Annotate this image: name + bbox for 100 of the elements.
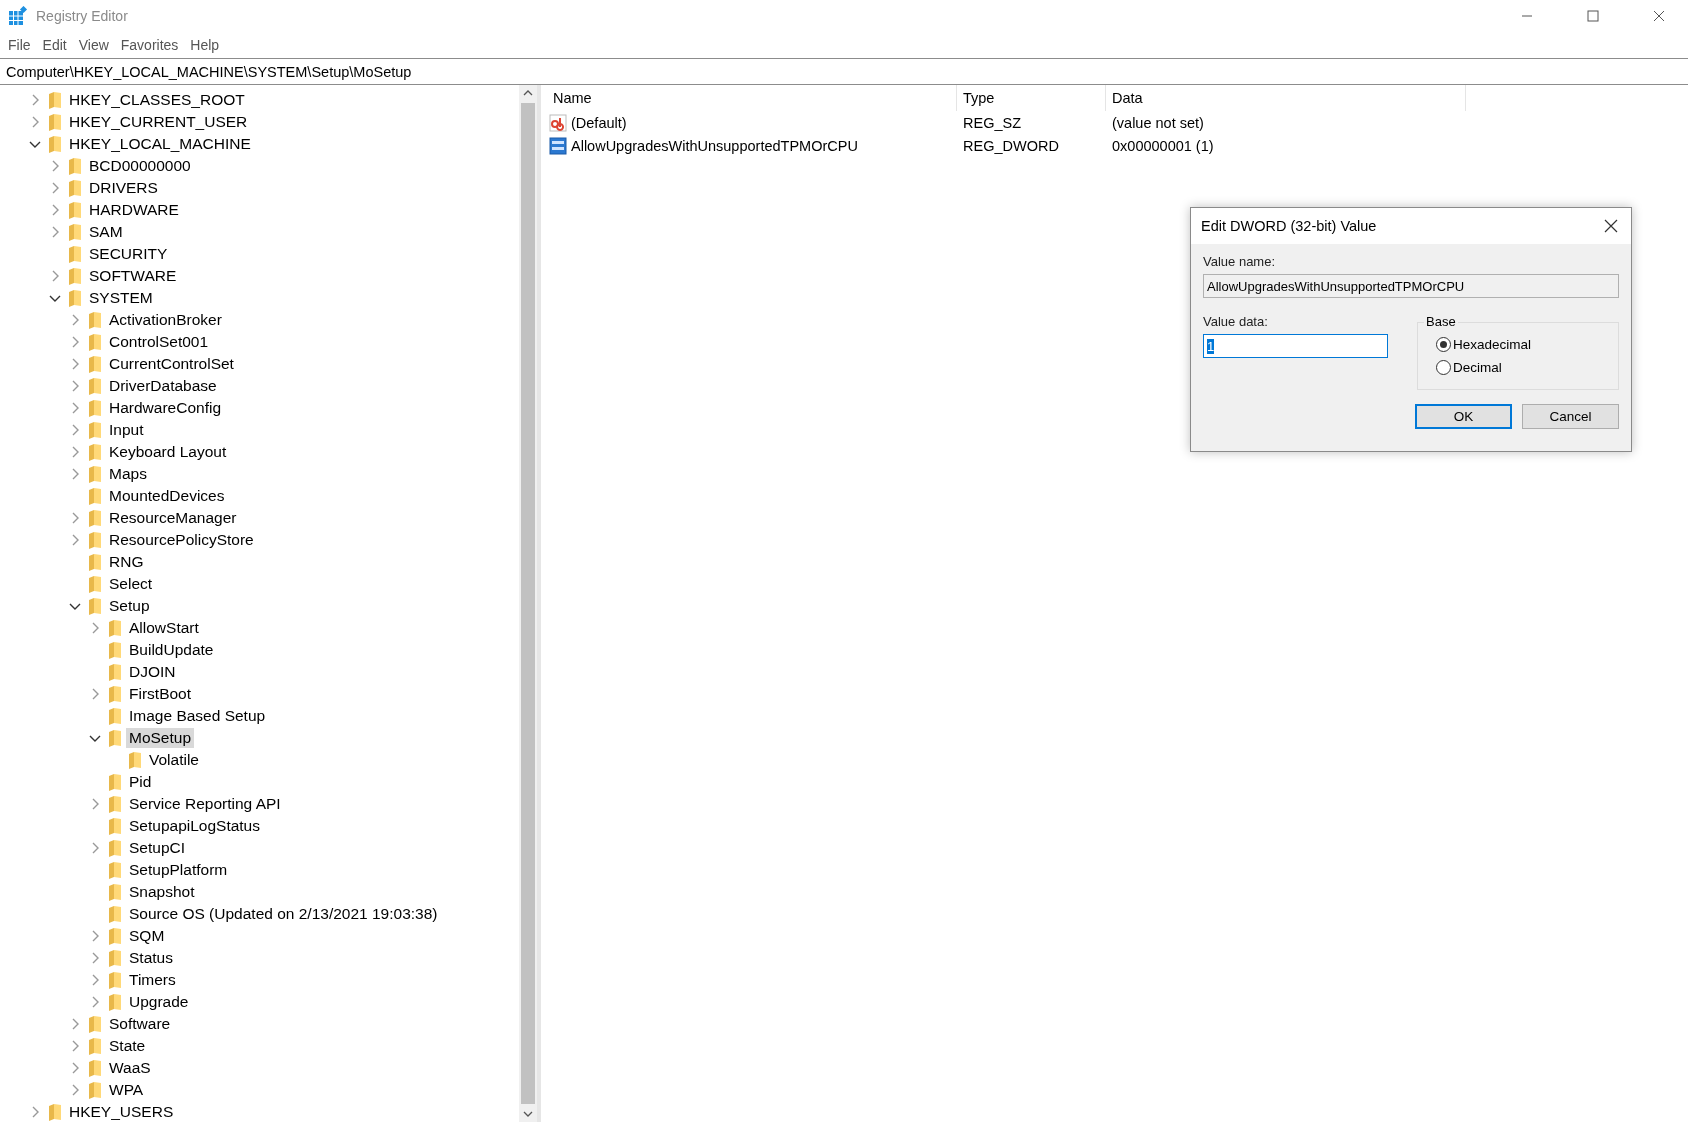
folder-icon	[108, 861, 122, 879]
tree-item[interactable]: DRIVERS	[86, 178, 161, 198]
tree-item[interactable]: WPA	[106, 1080, 147, 1100]
tree-item[interactable]: CurrentControlSet	[106, 354, 237, 374]
tree-item[interactable]: MountedDevices	[106, 486, 228, 506]
menu-item[interactable]: View	[72, 37, 115, 53]
menu-item[interactable]: Help	[184, 37, 226, 53]
folder-icon	[88, 575, 102, 593]
tree-item[interactable]: ResourceManager	[106, 508, 240, 528]
radio-button[interactable]	[1436, 337, 1451, 352]
tree-item[interactable]: SYSTEM	[86, 288, 156, 308]
radio-button[interactable]	[1436, 360, 1451, 375]
tree-item[interactable]: Timers	[126, 970, 179, 990]
close-icon[interactable]	[1653, 10, 1665, 22]
tree-item[interactable]: DJOIN	[126, 662, 179, 682]
tree-item[interactable]: AllowStart	[126, 618, 202, 638]
column-header[interactable]: Type	[957, 85, 1106, 111]
tree-item[interactable]: HKEY_LOCAL_MACHINE	[66, 134, 254, 154]
tree-item[interactable]: State	[106, 1036, 149, 1056]
tree-item[interactable]: Service Reporting API	[126, 794, 284, 814]
tree-item[interactable]: SAM	[86, 222, 126, 242]
folder-icon	[88, 355, 102, 373]
menu-item[interactable]: File	[2, 37, 37, 53]
tree-item[interactable]: HARDWARE	[86, 200, 182, 220]
tree-item[interactable]: Keyboard Layout	[106, 442, 230, 462]
radio-label[interactable]: Decimal	[1453, 360, 1502, 375]
menu-item[interactable]: Edit	[36, 37, 73, 53]
folder-icon	[108, 883, 122, 901]
folder-icon	[68, 223, 82, 241]
folder-icon	[108, 729, 122, 747]
folder-icon	[88, 553, 102, 571]
tree-item[interactable]: Status	[126, 948, 176, 968]
ok-button[interactable]: OK	[1415, 404, 1512, 429]
tree-item[interactable]: FirstBoot	[126, 684, 194, 704]
folder-icon	[108, 817, 122, 835]
value-name[interactable]: AllowUpgradesWithUnsupportedTPMOrCPU	[571, 137, 858, 154]
window-title: Registry Editor	[36, 8, 128, 24]
tree-item[interactable]: Volatile	[146, 750, 202, 770]
tree-item[interactable]: SQM	[126, 926, 168, 946]
tree-item[interactable]: RNG	[106, 552, 147, 572]
tree-item[interactable]: SOFTWARE	[86, 266, 180, 286]
tree-item[interactable]: HKEY_CURRENT_USER	[66, 112, 251, 132]
tree-item[interactable]: Image Based Setup	[126, 706, 269, 726]
radio-label[interactable]: Hexadecimal	[1453, 337, 1532, 352]
maximize-icon[interactable]	[1587, 10, 1599, 22]
tree-item[interactable]: HKEY_USERS	[66, 1102, 177, 1122]
tree-item[interactable]: Setup	[106, 596, 153, 616]
folder-icon	[88, 531, 102, 549]
folder-icon	[108, 773, 122, 791]
folder-icon	[108, 685, 122, 703]
app-icon	[8, 6, 28, 26]
value-data-field[interactable]: 1	[1203, 334, 1388, 358]
address-field[interactable]: Computer\HKEY_LOCAL_MACHINE\SYSTEM\Setup\MoSetup	[0, 58, 1688, 85]
value-name[interactable]: (Default)	[571, 114, 627, 131]
tree-item[interactable]: Software	[106, 1014, 174, 1034]
tree-item[interactable]: SetupPlatform	[126, 860, 231, 880]
tree-item[interactable]: BuildUpdate	[126, 640, 217, 660]
folder-icon	[88, 399, 102, 417]
tree-item[interactable]: HKEY_CLASSES_ROOT	[66, 90, 248, 110]
tree-item[interactable]: ActivationBroker	[106, 310, 225, 330]
tree-item[interactable]: Input	[106, 420, 147, 440]
column-header[interactable]: Name	[547, 85, 957, 111]
tree-item[interactable]: Pid	[126, 772, 155, 792]
tree-item[interactable]: Snapshot	[126, 882, 198, 902]
column-header[interactable]: Data	[1106, 85, 1466, 111]
cancel-button[interactable]: Cancel	[1522, 404, 1619, 429]
folder-icon	[48, 1103, 62, 1121]
tree-item[interactable]: WaaS	[106, 1058, 154, 1078]
tree-item[interactable]: ControlSet001	[106, 332, 212, 352]
value-name-field[interactable]: AllowUpgradesWithUnsupportedTPMOrCPU	[1203, 274, 1619, 298]
tree-item[interactable]: Source OS (Updated on 2/13/2021 19:03:38)	[126, 904, 441, 924]
tree-item[interactable]: DriverDatabase	[106, 376, 220, 396]
tree-item[interactable]: SetupapiLogStatus	[126, 816, 263, 836]
menu-item[interactable]: Favorites	[114, 37, 185, 53]
folder-icon	[68, 201, 82, 219]
field-label: Value name:	[1203, 254, 1277, 269]
scrollbar[interactable]	[519, 85, 537, 1122]
value-type: REG_DWORD	[962, 137, 1060, 154]
tree-item[interactable]: SetupCI	[126, 838, 188, 858]
tree-item[interactable]: SECURITY	[86, 244, 171, 264]
tree-item[interactable]: Maps	[106, 464, 150, 484]
folder-icon	[88, 311, 102, 329]
folder-icon	[108, 927, 122, 945]
folder-icon	[88, 509, 102, 527]
folder-icon	[88, 1059, 102, 1077]
folder-icon	[108, 993, 122, 1011]
tree-item[interactable]: Select	[106, 574, 156, 594]
folder-icon	[68, 157, 82, 175]
tree-item[interactable]: HardwareConfig	[106, 398, 224, 418]
group-label: Base	[1424, 314, 1458, 329]
folder-icon	[88, 443, 102, 461]
tree-item[interactable]: MoSetup	[126, 728, 195, 748]
folder-icon	[128, 751, 142, 769]
close-icon[interactable]	[1604, 219, 1618, 233]
tree-item[interactable]: ResourcePolicyStore	[106, 530, 257, 550]
tree-item[interactable]: Upgrade	[126, 992, 192, 1012]
folder-icon	[88, 377, 102, 395]
tree-item[interactable]: BCD00000000	[86, 156, 194, 176]
folder-icon	[88, 597, 102, 615]
folder-icon	[108, 971, 122, 989]
